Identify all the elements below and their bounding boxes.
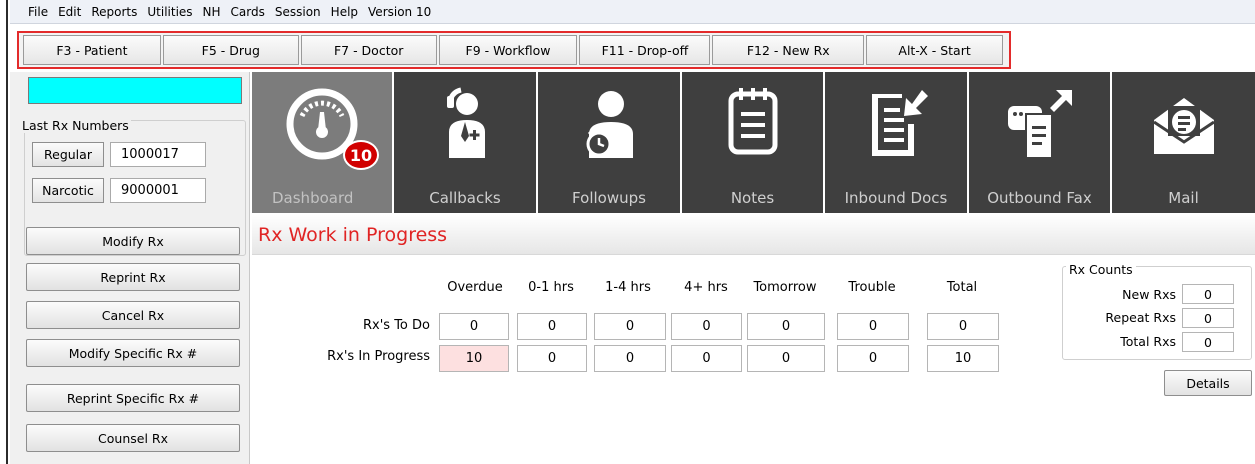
tile-mail[interactable]: Mail (1112, 72, 1255, 213)
tile-label: Callbacks (429, 189, 501, 207)
menu-bar: File Edit Reports Utilities NH Cards Ses… (10, 0, 1255, 24)
menu-help[interactable]: Help (331, 5, 358, 19)
tile-label: Outbound Fax (987, 189, 1092, 207)
reprint-rx-button[interactable]: Reprint Rx (26, 263, 240, 291)
details-button[interactable]: Details (1164, 370, 1252, 396)
counsel-rx-button[interactable]: Counsel Rx (26, 424, 240, 452)
workflow-button[interactable]: F9 - Workflow (438, 35, 578, 65)
col-tomorrow: Tomorrow (753, 280, 817, 295)
col-total: Total (946, 280, 978, 295)
drop-off-button[interactable]: F11 - Drop-off (579, 35, 711, 65)
tile-followups[interactable]: Followups (538, 72, 682, 213)
row-label-in-progress: Rx's In Progress (327, 349, 430, 364)
rx-counts-title: Rx Counts (1066, 262, 1136, 277)
menu-utilities[interactable]: Utilities (147, 5, 192, 19)
row-label-to-do: Rx's To Do (363, 318, 430, 333)
progress-overdue-cell[interactable]: 10 (439, 345, 509, 372)
menu-nh[interactable]: NH (203, 5, 221, 19)
reprint-specific-rx-button[interactable]: Reprint Specific Rx # (26, 384, 240, 412)
progress-4-plus-hrs-cell[interactable]: 0 (671, 345, 742, 372)
menu-file[interactable]: File (28, 5, 48, 19)
repeat-rxs-value: 0 (1182, 308, 1234, 328)
repeat-rxs-label: Repeat Rxs (1105, 310, 1176, 325)
tile-label: Mail (1168, 189, 1199, 207)
dashboard-badge: 10 (343, 140, 379, 170)
todo-tomorrow-cell[interactable]: 0 (747, 313, 825, 340)
menu-cards[interactable]: Cards (231, 5, 265, 19)
progress-0-1-hrs-cell[interactable]: 0 (517, 345, 587, 372)
cancel-rx-button[interactable]: Cancel Rx (26, 301, 240, 329)
tile-label: Followups (572, 189, 646, 207)
window-left-border (0, 0, 8, 464)
todo-1-4-hrs-cell[interactable]: 0 (594, 313, 666, 340)
modify-rx-button[interactable]: Modify Rx (26, 227, 240, 255)
new-rxs-value: 0 (1182, 284, 1234, 304)
menu-edit[interactable]: Edit (58, 5, 81, 19)
regular-rx-number: 1000017 (110, 142, 206, 167)
todo-0-1-hrs-cell[interactable]: 0 (517, 313, 587, 340)
quick-entry-field[interactable] (28, 77, 242, 104)
progress-total-cell[interactable]: 10 (927, 345, 999, 372)
tile-callbacks[interactable]: Callbacks (394, 72, 538, 213)
todo-4-plus-hrs-cell[interactable]: 0 (671, 313, 742, 340)
function-key-toolbar: F3 - Patient F5 - Drug F7 - Doctor F9 - … (17, 31, 1011, 69)
total-rxs-label: Total Rxs (1120, 334, 1176, 349)
last-rx-numbers-title: Last Rx Numbers (20, 118, 131, 133)
notepad-icon (728, 88, 777, 155)
todo-trouble-cell[interactable]: 0 (837, 313, 909, 340)
progress-trouble-cell[interactable]: 0 (837, 345, 909, 372)
fax-outbound-icon (1007, 90, 1072, 159)
patient-button[interactable]: F3 - Patient (23, 35, 161, 65)
wip-header: Rx Work in Progress (252, 215, 1255, 255)
mail-envelope-icon (1152, 98, 1215, 154)
dashboard-tiles: 10 Dashboard Callbacks Followups Notes I… (252, 72, 1255, 213)
tile-outbound-fax[interactable]: Outbound Fax (969, 72, 1112, 213)
tile-label: Inbound Docs (844, 189, 948, 207)
doctor-phone-icon (447, 87, 485, 158)
col-trouble: Trouble (848, 280, 896, 295)
page-title: Rx Work in Progress (258, 224, 448, 246)
tile-label: Notes (730, 189, 775, 207)
total-rxs-value: 0 (1182, 332, 1234, 352)
inbound-document-icon (872, 90, 928, 156)
progress-1-4-hrs-cell[interactable]: 0 (594, 345, 666, 372)
tile-label: Dashboard (272, 189, 354, 207)
left-panel: Last Rx Numbers Regular 1000017 Narcotic… (10, 72, 250, 464)
tile-inbound-docs[interactable]: Inbound Docs (825, 72, 969, 213)
new-rx-button[interactable]: F12 - New Rx (712, 35, 865, 65)
drug-button[interactable]: F5 - Drug (162, 35, 299, 65)
tile-dashboard[interactable]: 10 Dashboard (252, 72, 394, 213)
new-rxs-label: New Rxs (1122, 287, 1176, 302)
todo-overdue-cell[interactable]: 0 (439, 313, 509, 340)
col-overdue: Overdue (447, 280, 503, 295)
progress-tomorrow-cell[interactable]: 0 (747, 345, 825, 372)
col-4-plus-hrs: 4+ hrs (684, 280, 728, 295)
menu-session[interactable]: Session (275, 5, 321, 19)
narcotic-rx-number: 9000001 (110, 178, 206, 203)
modify-specific-rx-button[interactable]: Modify Specific Rx # (26, 339, 240, 367)
col-0-1-hrs: 0-1 hrs (528, 280, 574, 295)
col-1-4-hrs: 1-4 hrs (605, 280, 651, 295)
tile-notes[interactable]: Notes (682, 72, 825, 213)
narcotic-button[interactable]: Narcotic (32, 178, 104, 203)
todo-total-cell[interactable]: 0 (927, 313, 999, 340)
regular-button[interactable]: Regular (32, 142, 104, 167)
menu-reports[interactable]: Reports (91, 5, 137, 19)
menu-version[interactable]: Version 10 (368, 5, 431, 19)
person-alarm-icon (586, 91, 633, 158)
doctor-button[interactable]: F7 - Doctor (300, 35, 437, 65)
start-button[interactable]: Alt-X - Start (866, 35, 1004, 65)
